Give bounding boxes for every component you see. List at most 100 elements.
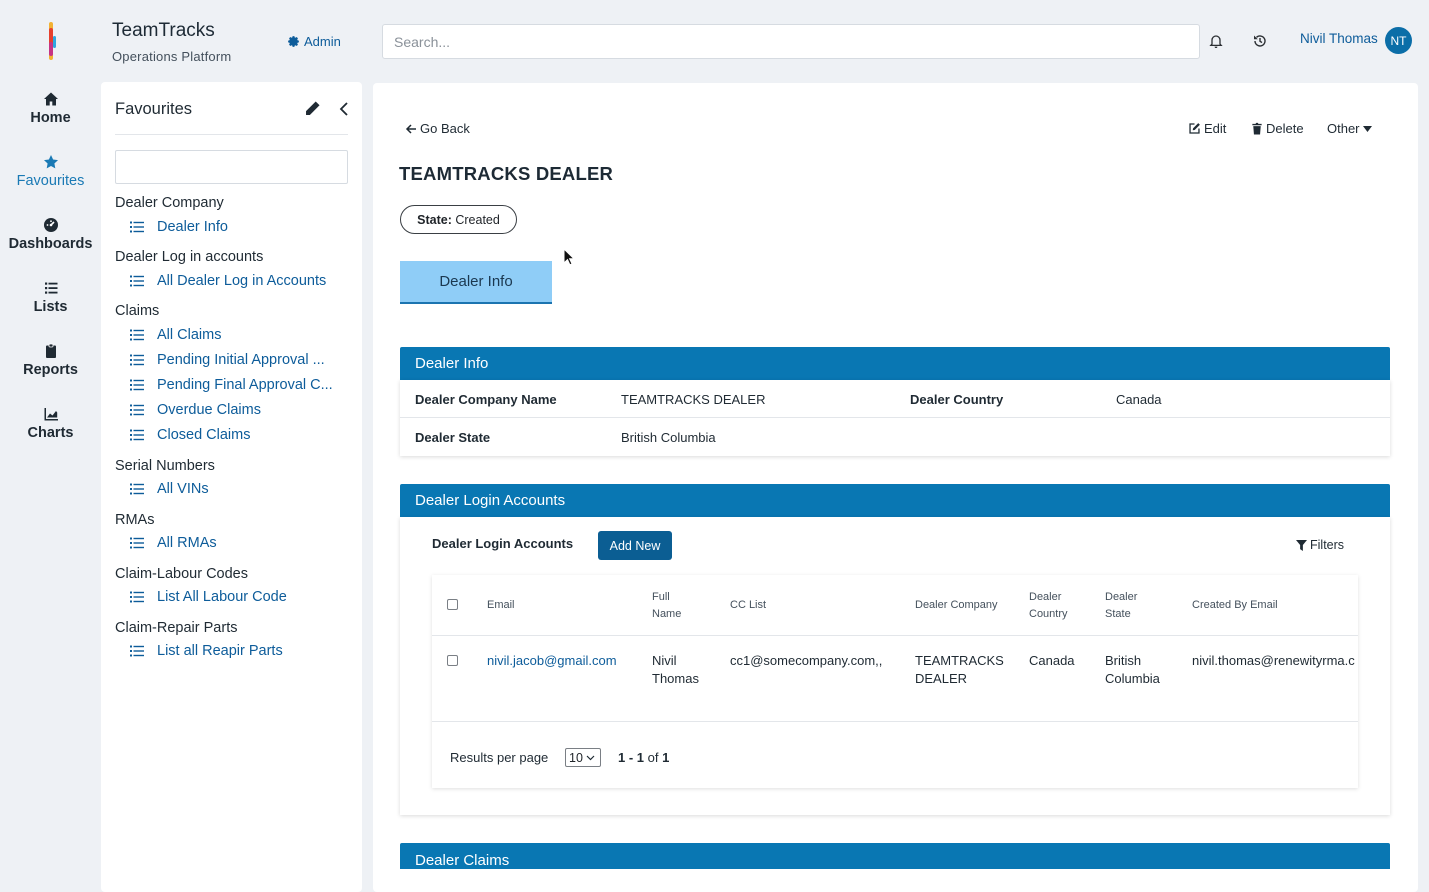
fav-link-closed-claims[interactable]: Closed Claims — [130, 427, 250, 443]
fav-link-pending-initial-approval[interactable]: Pending Initial Approval ... — [130, 352, 325, 368]
mouse-pointer-icon — [563, 248, 575, 266]
list-icon — [130, 537, 144, 549]
filters-button[interactable]: Filters — [1296, 538, 1344, 552]
fav-group-dealer-company: Dealer Company — [115, 195, 224, 211]
column-header-dealer-country[interactable]: Dealer Country — [1029, 589, 1068, 623]
app-title: TeamTracks — [112, 20, 215, 41]
cell-line: Nivil — [652, 653, 677, 668]
cell-email-link[interactable]: nivil.jacob@gmail.com — [487, 652, 617, 670]
clipboard-icon — [45, 343, 56, 358]
filters-label: Filters — [1310, 538, 1345, 552]
rail-label-charts: Charts — [27, 425, 74, 441]
list-icon — [130, 221, 144, 233]
dealer-claims-section-header: Dealer Claims — [400, 843, 1390, 869]
fav-link-label: All Dealer Log in Accounts — [157, 273, 327, 289]
edit-icon — [1189, 123, 1200, 134]
app-subtitle: Operations Platform — [112, 49, 232, 64]
state-field-label: Dealer State — [415, 430, 491, 445]
fav-link-all-vins[interactable]: All VINs — [130, 481, 209, 497]
fav-link-label: All Claims — [157, 327, 222, 343]
admin-label: Admin — [304, 34, 341, 49]
fav-link-label: Overdue Claims — [157, 402, 261, 418]
dealer-info-section-header: Dealer Info — [400, 347, 1390, 380]
fav-link-all-rmas[interactable]: All RMAs — [130, 535, 217, 551]
fav-link-pending-final-approval[interactable]: Pending Final Approval C... — [130, 377, 333, 393]
results-per-page-label: Results per page — [450, 750, 549, 765]
fav-link-all-claims[interactable]: All Claims — [130, 327, 221, 343]
fav-link-list-all-repair-parts[interactable]: List all Reapir Parts — [130, 643, 283, 659]
column-header-email[interactable]: Email — [487, 597, 515, 614]
fav-link-overdue-claims[interactable]: Overdue Claims — [130, 402, 261, 418]
rail-item-charts[interactable]: Charts — [0, 406, 101, 441]
fav-link-label: List All Labour Code — [157, 589, 287, 605]
rail-item-lists[interactable]: Lists — [0, 280, 101, 315]
fav-link-label: List all Reapir Parts — [157, 643, 283, 659]
fav-link-all-dealer-log-in-accounts[interactable]: All Dealer Log in Accounts — [130, 273, 326, 289]
favourites-filter-input[interactable] — [115, 150, 348, 184]
fav-link-dealer-info[interactable]: Dealer Info — [130, 219, 228, 235]
column-header-dealer-company[interactable]: Dealer Company — [915, 597, 998, 614]
dealer-info-section: Dealer Company Name TEAMTRACKS DEALER De… — [400, 380, 1390, 456]
fav-link-label: Pending Final Approval C... — [157, 377, 333, 393]
user-name[interactable]: Nivil Thomas — [1300, 31, 1378, 46]
rail-label-lists: Lists — [33, 299, 68, 315]
rail-item-reports[interactable]: Reports — [0, 343, 101, 378]
list-icon — [130, 404, 144, 416]
trash-icon — [1252, 122, 1262, 135]
header-divider — [432, 635, 1358, 636]
select-all-checkbox[interactable] — [447, 599, 458, 610]
rail-label-dashboards: Dashboards — [8, 236, 93, 252]
results-per-page-select[interactable]: 10 — [565, 748, 601, 767]
row-divider — [432, 721, 1358, 722]
fav-group-rmas: RMAs — [115, 512, 155, 528]
fav-group-dealer-log-in-accounts: Dealer Log in accounts — [115, 249, 264, 265]
login-accounts-table: Email Full Name CC List Dealer Company D… — [432, 575, 1358, 788]
cell-full-name: Nivil Thomas — [652, 652, 699, 688]
cell-dealer-state: British Columbia — [1105, 652, 1160, 688]
list-icon — [130, 354, 144, 366]
row-checkbox[interactable] — [447, 655, 458, 666]
dealer-info-row: Dealer Company Name TEAMTRACKS DEALER De… — [400, 380, 1390, 418]
other-label: Other — [1327, 121, 1360, 136]
state-field-value: British Columbia — [621, 430, 716, 445]
column-header-cc-list[interactable]: CC List — [730, 597, 766, 614]
pagination-range: 1 - 1 of 1 — [618, 750, 669, 765]
other-dropdown[interactable]: Other — [1327, 121, 1372, 136]
filter-icon — [1296, 539, 1307, 551]
cell-cc-list: cc1@somecompany.com,, — [730, 653, 883, 668]
rail-item-home[interactable]: Home — [0, 91, 101, 126]
caret-down-icon — [1362, 125, 1372, 132]
column-header-full-name[interactable]: Full Name — [652, 589, 681, 623]
pencil-icon[interactable] — [303, 100, 321, 118]
rail-item-favourites[interactable]: Favourites — [0, 154, 101, 189]
admin-link[interactable]: Admin — [287, 34, 341, 49]
login-accounts-section: Dealer Login Accounts Add New Filters Em… — [400, 517, 1390, 815]
delete-button[interactable]: Delete — [1251, 121, 1304, 136]
list-icon — [130, 329, 144, 341]
add-new-button[interactable]: Add New — [598, 531, 672, 560]
history-icon[interactable] — [1252, 33, 1268, 49]
rail-item-dashboards[interactable]: Dashboards — [0, 217, 101, 252]
column-header-created-by-email[interactable]: Created By Email — [1192, 597, 1278, 614]
fav-group-claim-labour-codes: Claim-Labour Codes — [115, 566, 248, 582]
fav-link-list-all-labour-code[interactable]: List All Labour Code — [130, 589, 287, 605]
favourites-title: Favourites — [115, 100, 193, 118]
go-back-link[interactable]: Go Back — [405, 121, 470, 136]
edit-button[interactable]: Edit — [1188, 121, 1226, 136]
column-header-dealer-state[interactable]: Dealer State — [1105, 589, 1137, 623]
global-search-input[interactable] — [382, 24, 1200, 59]
edit-label: Edit — [1204, 121, 1227, 136]
range-value: 1 - 1 — [618, 750, 645, 765]
list-icon — [130, 645, 144, 657]
cell-line: TEAMTRACKS — [915, 653, 1004, 668]
gear-icon — [288, 36, 299, 47]
user-avatar[interactable]: NT — [1385, 27, 1412, 54]
tab-dealer-info[interactable]: Dealer Info — [400, 261, 552, 304]
bell-icon[interactable] — [1208, 33, 1224, 49]
company-name-value: TEAMTRACKS DEALER — [621, 392, 766, 407]
cell-line: Thomas — [652, 671, 699, 686]
record-title: TEAMTRACKS DEALER — [399, 163, 614, 184]
chevron-left-icon[interactable] — [337, 101, 351, 117]
go-back-label: Go Back — [420, 121, 470, 136]
favourites-panel: Favourites Dealer Company Dealer Info De… — [101, 82, 362, 892]
